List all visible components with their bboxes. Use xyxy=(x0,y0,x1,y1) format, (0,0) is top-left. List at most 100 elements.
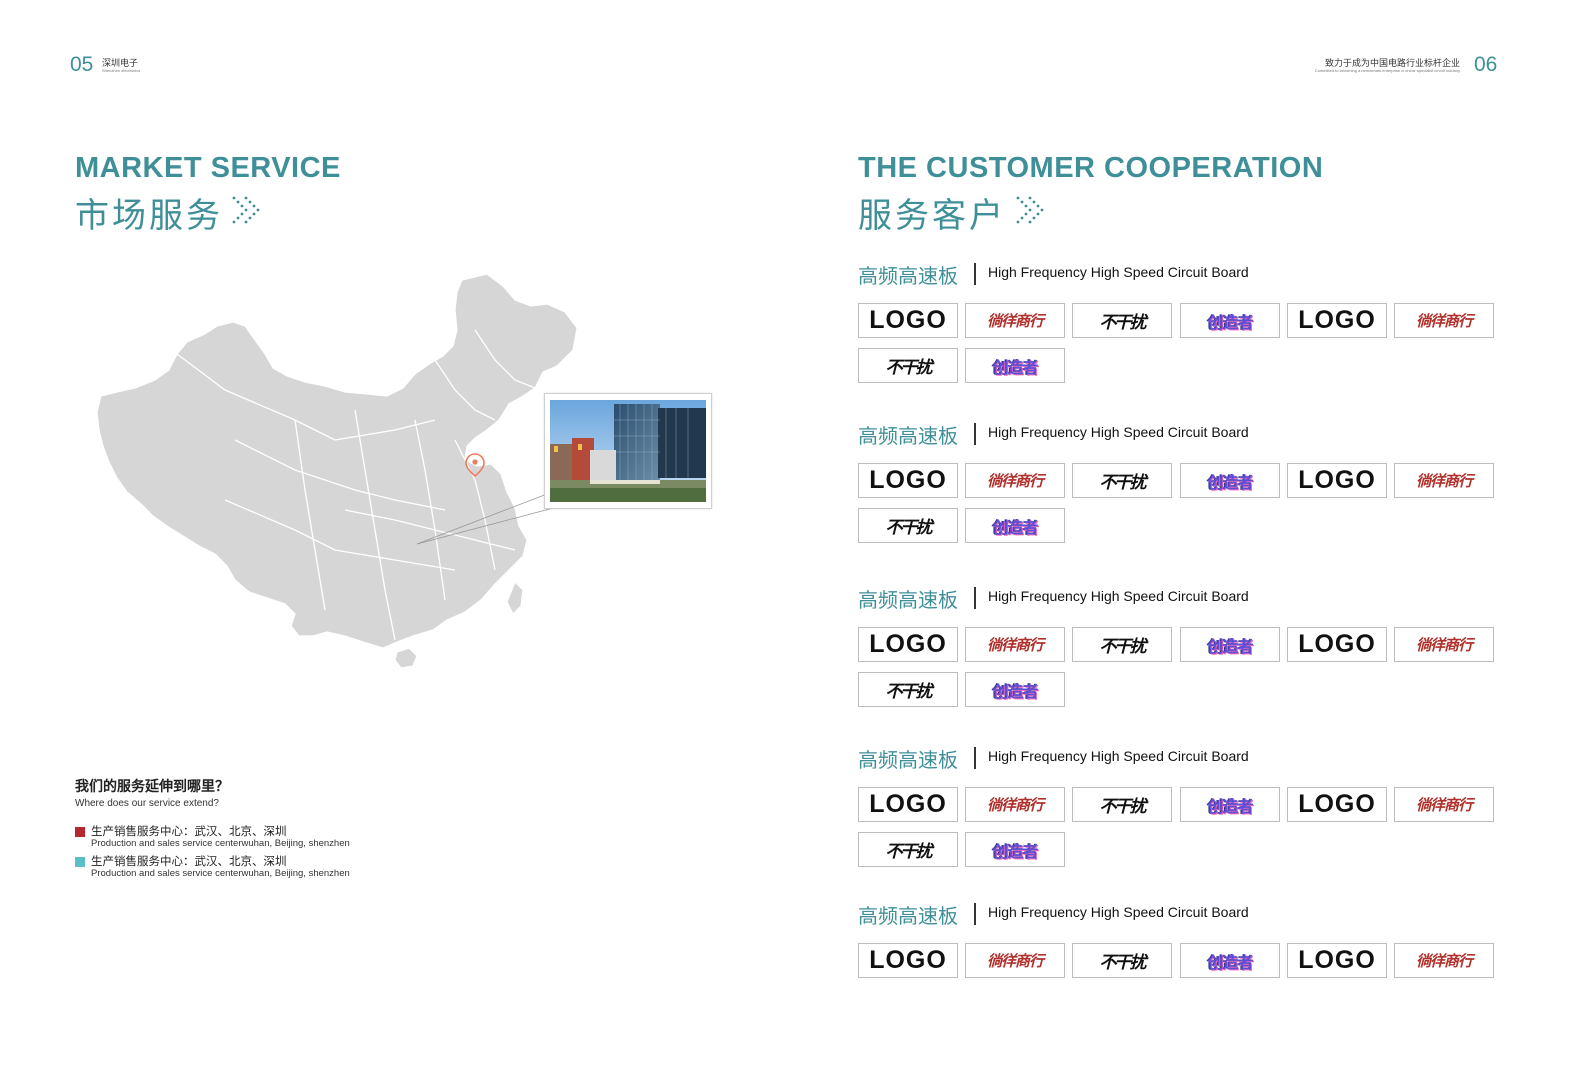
legend-cn: 生产销售服务中心：武汉、北京、深圳 xyxy=(91,856,287,868)
section-title-en: High Frequency High Speed Circuit Board xyxy=(988,588,1249,604)
logo-black-brand: 不干扰 xyxy=(1099,637,1147,657)
client-logo: 不干扰 xyxy=(1072,943,1172,978)
customer-title-cn: 服务客户 xyxy=(858,197,1006,235)
client-logo: 不干扰 xyxy=(858,508,958,543)
client-logo: 创造者 xyxy=(1180,943,1280,978)
logo-black-brand: 不干扰 xyxy=(885,518,933,538)
logo-purple-brand: 创造者 xyxy=(1207,952,1253,972)
logo-purple-brand: 创造者 xyxy=(1207,472,1253,492)
section-title-cn: 高频高速板 xyxy=(858,426,958,448)
logo-word: LOGO xyxy=(1298,306,1376,334)
logo-word: LOGO xyxy=(1298,790,1376,818)
logo-purple-brand: 创造者 xyxy=(992,517,1038,537)
client-logo: 创造者 xyxy=(1180,787,1280,822)
logo-purple-brand: 创造者 xyxy=(992,357,1038,377)
left-header-en: Shenzhen electronics xyxy=(102,68,141,73)
section-title-en: High Frequency High Speed Circuit Board xyxy=(988,904,1249,920)
logo-purple-brand: 创造者 xyxy=(1207,636,1253,656)
logo-red-brand: 徜徉商行 xyxy=(1415,312,1473,330)
client-logo: 不干扰 xyxy=(1072,787,1172,822)
client-logo: 创造者 xyxy=(965,672,1065,707)
section-divider xyxy=(974,587,976,609)
section-divider xyxy=(974,903,976,925)
logo-word: LOGO xyxy=(1298,630,1376,658)
logo-red-brand: 徜徉商行 xyxy=(986,796,1044,814)
customer-title-en: THE CUSTOMER COOPERATION xyxy=(858,152,1324,184)
client-logo: 创造者 xyxy=(1180,627,1280,662)
logo-red-brand: 徜徉商行 xyxy=(1415,796,1473,814)
legend-en: Production and sales service centerwuhan… xyxy=(91,868,350,879)
logo-red-brand: 徜徉商行 xyxy=(1415,952,1473,970)
logo-black-brand: 不干扰 xyxy=(885,358,933,378)
logo-purple-brand: 创造者 xyxy=(1207,796,1253,816)
logo-black-brand: 不干扰 xyxy=(1099,797,1147,817)
client-logo: 徜徉商行 xyxy=(965,943,1065,978)
client-logo: 不干扰 xyxy=(1072,463,1172,498)
client-logo: 徜徉商行 xyxy=(1394,463,1494,498)
client-logo: 徜徉商行 xyxy=(1394,627,1494,662)
logo-red-brand: 徜徉商行 xyxy=(986,952,1044,970)
logo-word: LOGO xyxy=(869,946,947,974)
client-logo: LOGO xyxy=(858,303,958,338)
right-header-en: Committed to becoming a benchmark enterp… xyxy=(1314,68,1460,73)
section-title-cn: 高频高速板 xyxy=(858,906,958,928)
client-logo: LOGO xyxy=(1287,627,1387,662)
client-logo: 徜徉商行 xyxy=(965,787,1065,822)
logo-purple-brand: 创造者 xyxy=(1207,312,1253,332)
section-title-cn: 高频高速板 xyxy=(858,590,958,612)
client-logo: 创造者 xyxy=(965,832,1065,867)
client-logo: 不干扰 xyxy=(858,832,958,867)
section-title-en: High Frequency High Speed Circuit Board xyxy=(988,264,1249,280)
logo-word: LOGO xyxy=(1298,466,1376,494)
client-logo: 徜徉商行 xyxy=(965,463,1065,498)
client-logo: LOGO xyxy=(858,943,958,978)
service-question-cn: 我们的服务延伸到哪里？ xyxy=(75,778,229,794)
client-logo: LOGO xyxy=(858,627,958,662)
client-logo: 不干扰 xyxy=(1072,303,1172,338)
client-logo: LOGO xyxy=(858,787,958,822)
legend-cn: 生产销售服务中心：武汉、北京、深圳 xyxy=(91,826,287,838)
logo-word: LOGO xyxy=(869,466,947,494)
logo-red-brand: 徜徉商行 xyxy=(986,472,1044,490)
section-title-en: High Frequency High Speed Circuit Board xyxy=(988,748,1249,764)
client-logo: LOGO xyxy=(1287,943,1387,978)
market-title-en: MARKET SERVICE xyxy=(75,152,341,184)
client-logo: 创造者 xyxy=(1180,463,1280,498)
logo-word: LOGO xyxy=(869,790,947,818)
logo-word: LOGO xyxy=(1298,946,1376,974)
client-logo: LOGO xyxy=(1287,787,1387,822)
section-title-cn: 高频高速板 xyxy=(858,750,958,772)
legend-en: Production and sales service centerwuhan… xyxy=(91,838,350,849)
logo-black-brand: 不干扰 xyxy=(1099,953,1147,973)
logo-red-brand: 徜徉商行 xyxy=(986,636,1044,654)
service-question-en: Where does our service extend? xyxy=(75,798,219,809)
client-logo: LOGO xyxy=(858,463,958,498)
right-page-number: 06 xyxy=(1474,53,1498,76)
section-divider xyxy=(974,263,976,285)
client-logo: 徜徉商行 xyxy=(1394,787,1494,822)
legend-red-square xyxy=(75,827,85,837)
client-logo: 徜徉商行 xyxy=(965,627,1065,662)
market-title-cn: 市场服务 xyxy=(75,197,223,235)
china-map xyxy=(96,273,578,669)
logo-word: LOGO xyxy=(869,630,947,658)
left-page-number: 05 xyxy=(70,53,94,76)
client-logo: 徜徉商行 xyxy=(1394,943,1494,978)
client-logo: LOGO xyxy=(1287,303,1387,338)
client-logo: 创造者 xyxy=(1180,303,1280,338)
city-photo-frame xyxy=(544,393,712,509)
client-logo: 徜徉商行 xyxy=(1394,303,1494,338)
logo-red-brand: 徜徉商行 xyxy=(1415,636,1473,654)
section-divider xyxy=(974,423,976,445)
client-logo: 不干扰 xyxy=(858,672,958,707)
client-logo: 不干扰 xyxy=(1072,627,1172,662)
client-logo: 创造者 xyxy=(965,348,1065,383)
city-building-photo xyxy=(550,400,706,502)
logo-black-brand: 不干扰 xyxy=(885,682,933,702)
double-chevron-icon xyxy=(232,196,260,224)
logo-black-brand: 不干扰 xyxy=(885,842,933,862)
logo-word: LOGO xyxy=(869,306,947,334)
logo-black-brand: 不干扰 xyxy=(1099,313,1147,333)
client-logo: 徜徉商行 xyxy=(965,303,1065,338)
section-title-en: High Frequency High Speed Circuit Board xyxy=(988,424,1249,440)
